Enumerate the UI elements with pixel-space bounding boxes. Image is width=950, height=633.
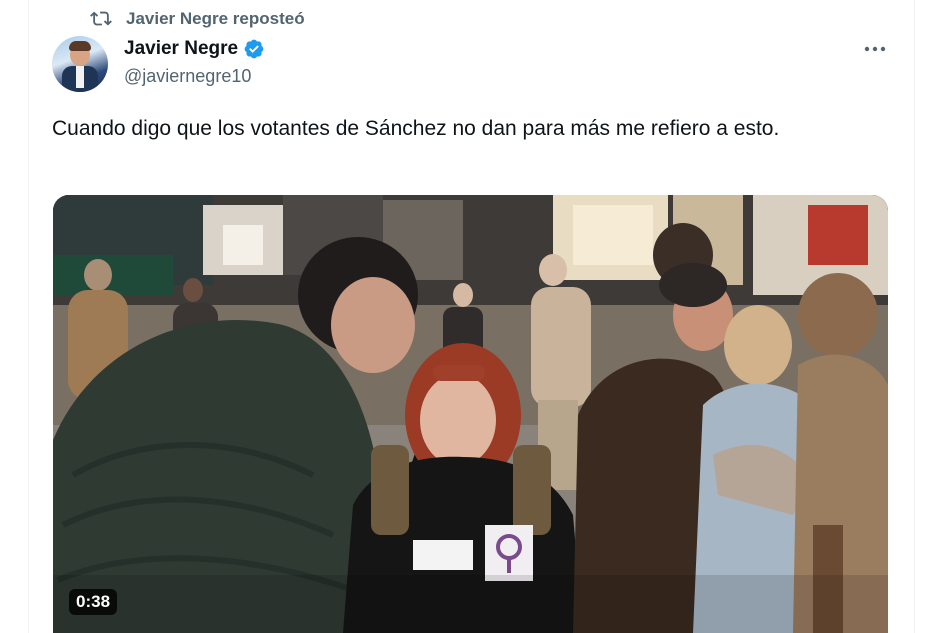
repost-text: Javier Negre reposteó (126, 9, 305, 28)
author-handle[interactable]: @javiernegre10 (124, 66, 251, 87)
card-border-right (914, 0, 915, 633)
card-border-left (28, 0, 29, 633)
repost-icon (90, 8, 112, 30)
author-name-row[interactable]: Javier Negre (124, 38, 265, 60)
tweet-card[interactable]: Javier Negre reposteó Javier Negre @javi… (0, 0, 950, 633)
display-name[interactable]: Javier Negre (124, 38, 238, 60)
video-frame (53, 195, 888, 633)
more-options-icon[interactable] (860, 38, 890, 60)
avatar[interactable] (52, 36, 108, 92)
video-player[interactable]: 0:38 (53, 195, 888, 633)
verified-badge-icon[interactable] (243, 38, 265, 60)
repost-context[interactable]: Javier Negre reposteó (90, 8, 305, 30)
video-duration-badge: 0:38 (69, 589, 118, 615)
tweet-text: Cuando digo que los votantes de Sánchez … (52, 117, 780, 140)
